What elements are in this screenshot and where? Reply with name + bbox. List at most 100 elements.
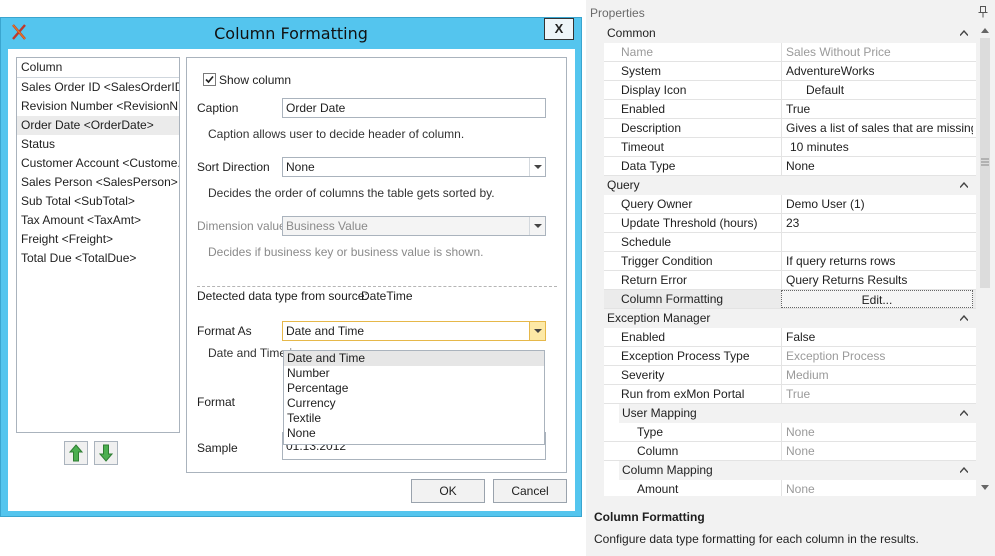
- property-value[interactable]: Sales Without Price: [781, 43, 973, 61]
- sort-direction-select[interactable]: None: [282, 157, 546, 177]
- format-option[interactable]: Number: [284, 366, 544, 381]
- sort-direction-hint: Decides the order of columns the table g…: [208, 186, 495, 200]
- scroll-down-icon[interactable]: [981, 485, 989, 491]
- property-value[interactable]: False: [781, 328, 973, 346]
- property-row[interactable]: Trigger Condition If query returns rows: [604, 252, 976, 271]
- chevron-up-icon[interactable]: [960, 467, 968, 473]
- column-list-item[interactable]: Sub Total <SubTotal>: [17, 192, 179, 211]
- property-value[interactable]: True: [781, 100, 973, 118]
- chevron-up-icon[interactable]: [960, 410, 968, 416]
- format-option[interactable]: None: [284, 426, 544, 441]
- app-x-icon: [12, 24, 26, 40]
- property-value[interactable]: If query returns rows: [781, 252, 973, 270]
- column-list[interactable]: Column Sales Order ID <SalesOrderID> Revi…: [16, 57, 180, 433]
- close-button[interactable]: X: [544, 18, 574, 40]
- property-category[interactable]: Exception Manager: [604, 309, 976, 328]
- property-category[interactable]: User Mapping: [619, 404, 976, 423]
- property-row[interactable]: Return Error Query Returns Results: [604, 271, 976, 290]
- property-category[interactable]: Common: [604, 24, 976, 43]
- property-row[interactable]: Enabled True: [604, 100, 976, 119]
- edit-button[interactable]: Edit...: [781, 290, 973, 308]
- property-row[interactable]: Display Icon Default: [604, 81, 976, 100]
- property-value[interactable]: True: [781, 385, 973, 403]
- property-value[interactable]: Demo User (1): [781, 195, 973, 213]
- property-row[interactable]: Amount None: [604, 480, 976, 496]
- column-list-item[interactable]: Freight <Freight>: [17, 230, 179, 249]
- property-row[interactable]: Data Type None: [604, 157, 976, 176]
- property-name: Name: [621, 45, 654, 59]
- property-name: Enabled: [621, 330, 666, 344]
- column-list-item[interactable]: Order Date <OrderDate>: [17, 116, 179, 135]
- property-name: Schedule: [621, 235, 672, 249]
- property-row[interactable]: Schedule: [604, 233, 976, 252]
- property-value[interactable]: Exception Process: [781, 347, 973, 365]
- move-down-button[interactable]: [94, 441, 118, 465]
- move-up-button[interactable]: [64, 441, 88, 465]
- property-row[interactable]: Name Sales Without Price: [604, 43, 976, 62]
- format-option[interactable]: Date and Time: [284, 351, 544, 366]
- property-value[interactable]: 10 minutes: [781, 138, 973, 156]
- property-row[interactable]: Update Threshold (hours) 23: [604, 214, 976, 233]
- property-row[interactable]: Run from exMon Portal True: [604, 385, 976, 404]
- property-name: Query Owner: [621, 197, 693, 211]
- property-value[interactable]: None: [781, 157, 973, 175]
- property-value[interactable]: Default: [781, 81, 973, 99]
- property-row[interactable]: Column Formatting Edit...: [604, 290, 976, 309]
- pin-icon[interactable]: [978, 6, 988, 18]
- column-list-item[interactable]: Total Due <TotalDue>: [17, 249, 179, 268]
- property-grid: Common Name Sales Without Price System Adven…: [604, 24, 976, 496]
- property-value[interactable]: 23: [781, 214, 973, 232]
- property-name: Return Error: [621, 273, 688, 287]
- chevron-up-icon[interactable]: [960, 315, 968, 321]
- property-name: Run from exMon Portal: [621, 387, 745, 401]
- property-row[interactable]: Exception Process Type Exception Process: [604, 347, 976, 366]
- column-list-item[interactable]: Tax Amount <TaxAmt>: [17, 211, 179, 230]
- property-row[interactable]: Enabled False: [604, 328, 976, 347]
- column-list-item[interactable]: Revision Number <RevisionN...: [17, 97, 179, 116]
- chevron-down-icon[interactable]: [529, 322, 545, 340]
- chevron-up-icon[interactable]: [960, 182, 968, 188]
- format-option[interactable]: Currency: [284, 396, 544, 411]
- description-title: Column Formatting: [594, 510, 705, 524]
- property-row[interactable]: Type None: [604, 423, 976, 442]
- property-grid-scrollbar[interactable]: [978, 24, 992, 496]
- property-row[interactable]: Description Gives a list of sales that ar…: [604, 119, 976, 138]
- property-value[interactable]: Gives a list of sales that are missing .…: [781, 119, 973, 137]
- property-value[interactable]: Medium: [781, 366, 973, 384]
- format-option[interactable]: Percentage: [284, 381, 544, 396]
- column-formatting-dialog: Column Formatting X Column Sales Order I…: [0, 17, 582, 517]
- chevron-down-icon[interactable]: [529, 158, 545, 176]
- property-row[interactable]: System AdventureWorks: [604, 62, 976, 81]
- format-option[interactable]: Textile: [284, 411, 544, 426]
- property-value[interactable]: None: [781, 442, 973, 460]
- column-list-item[interactable]: Sales Order ID <SalesOrderID>: [17, 78, 179, 97]
- property-row[interactable]: Column None: [604, 442, 976, 461]
- scroll-up-icon[interactable]: [981, 27, 989, 33]
- format-as-hint: Date and Time i: [208, 346, 293, 360]
- format-as-dropdown-list[interactable]: Date and Time Number Percentage Currency Tex…: [283, 350, 545, 445]
- property-row[interactable]: Severity Medium: [604, 366, 976, 385]
- cancel-button[interactable]: Cancel: [493, 479, 567, 503]
- property-value[interactable]: None: [781, 423, 973, 441]
- column-list-item[interactable]: Customer Account <Custome...: [17, 154, 179, 173]
- property-name: Data Type: [621, 159, 676, 173]
- format-as-select[interactable]: Date and Time: [282, 321, 546, 341]
- column-list-item[interactable]: Status: [17, 135, 179, 154]
- property-category[interactable]: Column Mapping: [619, 461, 976, 480]
- description-text: Configure data type formatting for each …: [594, 532, 919, 546]
- format-as-label: Format As: [197, 324, 252, 338]
- property-row[interactable]: Timeout 10 minutes: [604, 138, 976, 157]
- ok-button[interactable]: OK: [411, 479, 485, 503]
- caption-input[interactable]: Order Date: [282, 98, 546, 118]
- property-value[interactable]: AdventureWorks: [781, 62, 973, 80]
- show-column-checkbox[interactable]: [203, 73, 216, 86]
- property-value[interactable]: Query Returns Results: [781, 271, 973, 289]
- chevron-up-icon[interactable]: [960, 30, 968, 36]
- column-list-item[interactable]: Sales Person <SalesPerson>: [17, 173, 179, 192]
- property-value[interactable]: None: [781, 480, 973, 496]
- caption-hint: Caption allows user to decide header of …: [208, 127, 465, 141]
- property-value[interactable]: [781, 233, 973, 251]
- property-category[interactable]: Query: [604, 176, 976, 195]
- property-row[interactable]: Query Owner Demo User (1): [604, 195, 976, 214]
- format-label: Format: [197, 395, 236, 409]
